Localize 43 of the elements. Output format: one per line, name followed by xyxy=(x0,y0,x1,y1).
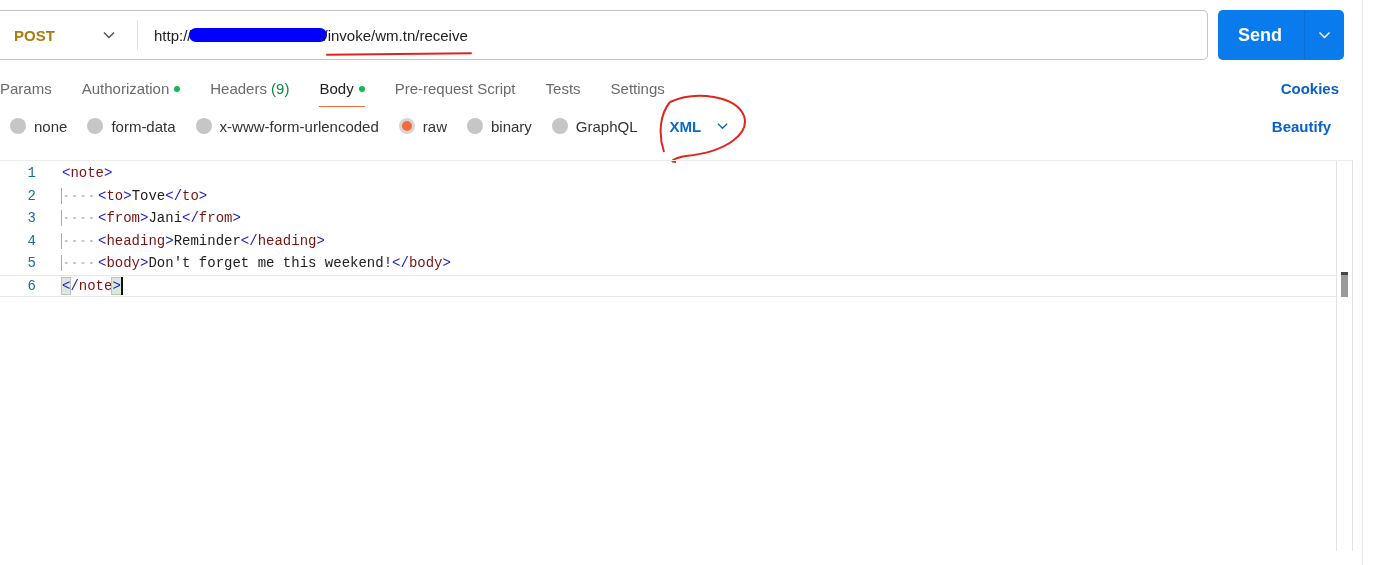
code-line: <from>Jani</from> xyxy=(61,210,241,227)
radio-button[interactable] xyxy=(551,118,568,134)
radio-button[interactable] xyxy=(195,118,212,134)
radio-button[interactable] xyxy=(398,118,415,134)
line-number: 6 xyxy=(26,277,37,294)
tab[interactable]: Authorization xyxy=(81,80,181,107)
tab[interactable]: Params xyxy=(0,80,52,107)
tab[interactable]: Pre-request Script xyxy=(394,80,516,107)
code-editor[interactable]: 1 <note> 2 <to>Tove</to> 3 <from>Jani</from> 4 <heading>Reminder</heading> 5 <body>Don't forget me this weekend!</body> 6 </note> xyxy=(0,160,1353,551)
line-number: 1 xyxy=(26,165,37,182)
radio-label: binary xyxy=(490,117,532,135)
tab[interactable]: Body xyxy=(319,80,365,107)
cookies-link[interactable]: Cookies xyxy=(1280,80,1339,97)
radio-button[interactable] xyxy=(466,118,483,134)
line-number: 2 xyxy=(26,187,37,204)
send-options-button[interactable] xyxy=(1304,10,1344,60)
tab[interactable]: Headers (9) xyxy=(210,80,290,107)
radio-button[interactable] xyxy=(10,118,26,134)
beautify-link[interactable]: Beautify xyxy=(1271,117,1331,135)
radio-label: raw xyxy=(422,117,447,135)
radio-label: x-www-form-urlencoded xyxy=(219,117,379,135)
line-number: 5 xyxy=(26,255,37,272)
radio-label: form-data xyxy=(111,117,176,135)
code-line: <note> xyxy=(61,165,113,182)
code-line: <heading>Reminder</heading> xyxy=(61,232,325,249)
code-line: <body>Don't forget me this weekend!</body> xyxy=(61,255,451,272)
tab[interactable]: Settings xyxy=(610,80,665,107)
language-dropdown[interactable]: XML xyxy=(661,117,745,135)
method-dropdown[interactable]: POST xyxy=(0,20,138,50)
radio-button[interactable] xyxy=(87,118,104,134)
radio-label: GraphQL xyxy=(575,117,638,135)
scrollbar-thumb[interactable] xyxy=(1341,272,1348,297)
caret-icon xyxy=(717,122,729,130)
radio-label: none xyxy=(34,117,68,135)
line-number: 3 xyxy=(26,210,37,227)
scrollbar[interactable] xyxy=(1336,161,1353,551)
caret-icon xyxy=(103,31,115,39)
send-button[interactable]: Send xyxy=(1218,10,1304,60)
caret-icon xyxy=(1318,31,1331,39)
line-number: 4 xyxy=(26,232,37,249)
code-line: <to>Tove</to> xyxy=(61,187,208,204)
code-line: </note> xyxy=(61,276,123,295)
tab[interactable]: Tests xyxy=(545,80,581,107)
